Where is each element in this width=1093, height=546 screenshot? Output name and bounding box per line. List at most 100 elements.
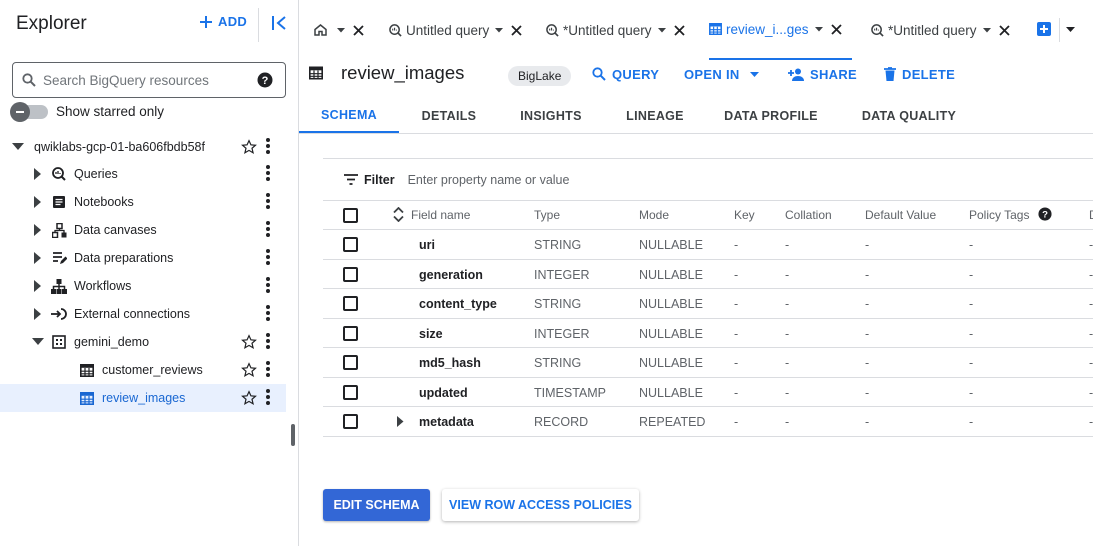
select-all-checkbox[interactable] <box>343 208 358 223</box>
cell-type: STRING <box>534 238 582 252</box>
more-vert-icon[interactable] <box>266 333 270 349</box>
tree-item-queries[interactable]: Queries <box>0 160 286 188</box>
table-row[interactable]: updated TIMESTAMP NULLABLE - - - - - <box>323 378 1093 407</box>
star-icon[interactable] <box>241 139 257 155</box>
caret-right-icon[interactable] <box>30 308 46 320</box>
tab-insights[interactable]: INSIGHTS <box>502 98 600 133</box>
column-header[interactable]: Collation <box>785 208 832 222</box>
row-checkbox[interactable] <box>343 325 358 341</box>
column-header[interactable]: Key <box>734 208 755 222</box>
starred-toggle[interactable] <box>10 101 48 122</box>
tree-item-dataset-gemini-demo[interactable]: gemini_demo <box>0 328 286 356</box>
star-icon[interactable] <box>241 362 257 378</box>
tab-review-images[interactable]: review_i...ges <box>709 0 852 60</box>
tab-query[interactable]: *Untitled query <box>546 0 685 60</box>
view-row-access-policies-button[interactable]: VIEW ROW ACCESS POLICIES <box>442 489 639 521</box>
filter-input[interactable] <box>407 172 708 187</box>
tree-item-workflows[interactable]: Workflows <box>0 272 286 300</box>
caret-down-icon[interactable] <box>337 27 345 33</box>
help-icon[interactable]: ? <box>1038 207 1052 221</box>
cell-description: - <box>1089 356 1093 370</box>
column-header[interactable]: Type <box>534 208 560 222</box>
tree-item-project[interactable]: qwiklabs-gcp-01-ba606fbdb58f <box>0 133 286 161</box>
close-icon[interactable] <box>998 24 1010 36</box>
more-vert-icon[interactable] <box>266 138 270 154</box>
close-icon[interactable] <box>353 24 364 36</box>
tab-details[interactable]: DETAILS <box>403 98 495 133</box>
tree-item-external-connections[interactable]: External connections <box>0 300 286 328</box>
caret-right-icon[interactable] <box>30 196 46 208</box>
add-button[interactable]: ADD <box>199 14 247 29</box>
data-prep-icon <box>50 251 68 265</box>
query-button[interactable]: QUERY <box>592 65 659 83</box>
column-header[interactable]: Default Value <box>865 208 936 222</box>
new-tab-plus-icon[interactable] <box>1037 22 1051 36</box>
tree-item-table-review-images[interactable]: review_images <box>0 384 286 412</box>
caret-right-icon[interactable] <box>30 168 46 180</box>
caret-down-icon[interactable] <box>10 143 26 151</box>
row-checkbox[interactable] <box>343 266 358 282</box>
row-checkbox[interactable] <box>343 384 358 400</box>
more-vert-icon[interactable] <box>266 193 270 209</box>
tab-schema[interactable]: SCHEMA <box>299 98 399 133</box>
sort-icon[interactable] <box>393 207 404 222</box>
cell-mode: NULLABLE <box>639 267 703 282</box>
caret-down-icon[interactable] <box>814 26 823 32</box>
column-header[interactable]: Field name <box>411 208 470 222</box>
more-vert-icon[interactable] <box>266 361 270 377</box>
share-button[interactable]: SHARE <box>788 65 857 83</box>
collapse-panel-icon[interactable] <box>271 15 287 31</box>
table-row[interactable]: size INTEGER NULLABLE - - - - - <box>323 319 1093 348</box>
table-row[interactable]: uri STRING NULLABLE - - - - - <box>323 230 1093 260</box>
more-vert-icon[interactable] <box>266 165 270 181</box>
tab-query[interactable]: *Untitled query <box>871 0 1010 60</box>
caret-down-icon[interactable] <box>982 27 991 33</box>
star-icon[interactable] <box>241 334 257 350</box>
star-icon[interactable] <box>241 390 257 406</box>
more-vert-icon[interactable] <box>266 249 270 265</box>
column-header[interactable]: Mode <box>639 208 669 222</box>
close-icon[interactable] <box>673 24 685 36</box>
open-in-button[interactable]: OPEN IN <box>684 65 759 83</box>
tree-item-table-customer-reviews[interactable]: customer_reviews <box>0 356 286 384</box>
search-field[interactable]: ? <box>12 62 286 98</box>
tab-query[interactable]: Untitled query <box>389 0 522 60</box>
tab-home[interactable] <box>314 0 364 60</box>
tab-overflow-caret-icon[interactable] <box>1066 27 1075 32</box>
caret-down-icon[interactable] <box>30 338 46 346</box>
row-checkbox[interactable] <box>343 296 358 311</box>
panel-resize-handle[interactable] <box>291 424 295 446</box>
table-row[interactable]: content_type STRING NULLABLE - - - - - <box>323 289 1093 319</box>
tab-lineage[interactable]: LINEAGE <box>609 98 701 133</box>
table-row[interactable]: generation INTEGER NULLABLE - - - - - <box>323 260 1093 289</box>
tree-item-data-preparations[interactable]: Data preparations <box>0 244 286 272</box>
column-header[interactable]: D <box>1089 208 1093 222</box>
tab-data-quality[interactable]: DATA QUALITY <box>849 98 969 133</box>
close-icon[interactable] <box>830 23 842 35</box>
edit-schema-button[interactable]: EDIT SCHEMA <box>323 489 430 521</box>
row-checkbox[interactable] <box>343 237 358 252</box>
more-vert-icon[interactable] <box>266 305 270 321</box>
search-input[interactable] <box>43 72 253 88</box>
expand-arrow-icon[interactable] <box>397 416 404 427</box>
table-row[interactable]: metadata RECORD REPEATED - - - - - <box>323 407 1093 437</box>
row-checkbox[interactable] <box>343 355 358 370</box>
tree-item-notebooks[interactable]: Notebooks <box>0 188 286 216</box>
caret-right-icon[interactable] <box>30 224 46 236</box>
more-vert-icon[interactable] <box>266 277 270 293</box>
caret-down-icon[interactable] <box>657 27 666 33</box>
close-icon[interactable] <box>511 24 522 36</box>
more-vert-icon[interactable] <box>266 389 270 405</box>
table-row[interactable]: md5_hash STRING NULLABLE - - - - - <box>323 348 1093 378</box>
tree-item-data-canvases[interactable]: Data canvases <box>0 216 286 244</box>
row-checkbox[interactable] <box>343 414 358 429</box>
column-header[interactable]: Policy Tags <box>969 208 1029 222</box>
more-vert-icon[interactable] <box>266 221 270 237</box>
caret-right-icon[interactable] <box>30 280 46 292</box>
canvas-icon <box>50 222 68 238</box>
caret-down-icon[interactable] <box>495 27 504 33</box>
caret-right-icon[interactable] <box>30 252 46 264</box>
help-icon[interactable]: ? <box>257 72 273 88</box>
delete-button[interactable]: DELETE <box>884 65 955 83</box>
tab-data-profile[interactable]: DATA PROFILE <box>713 98 829 133</box>
